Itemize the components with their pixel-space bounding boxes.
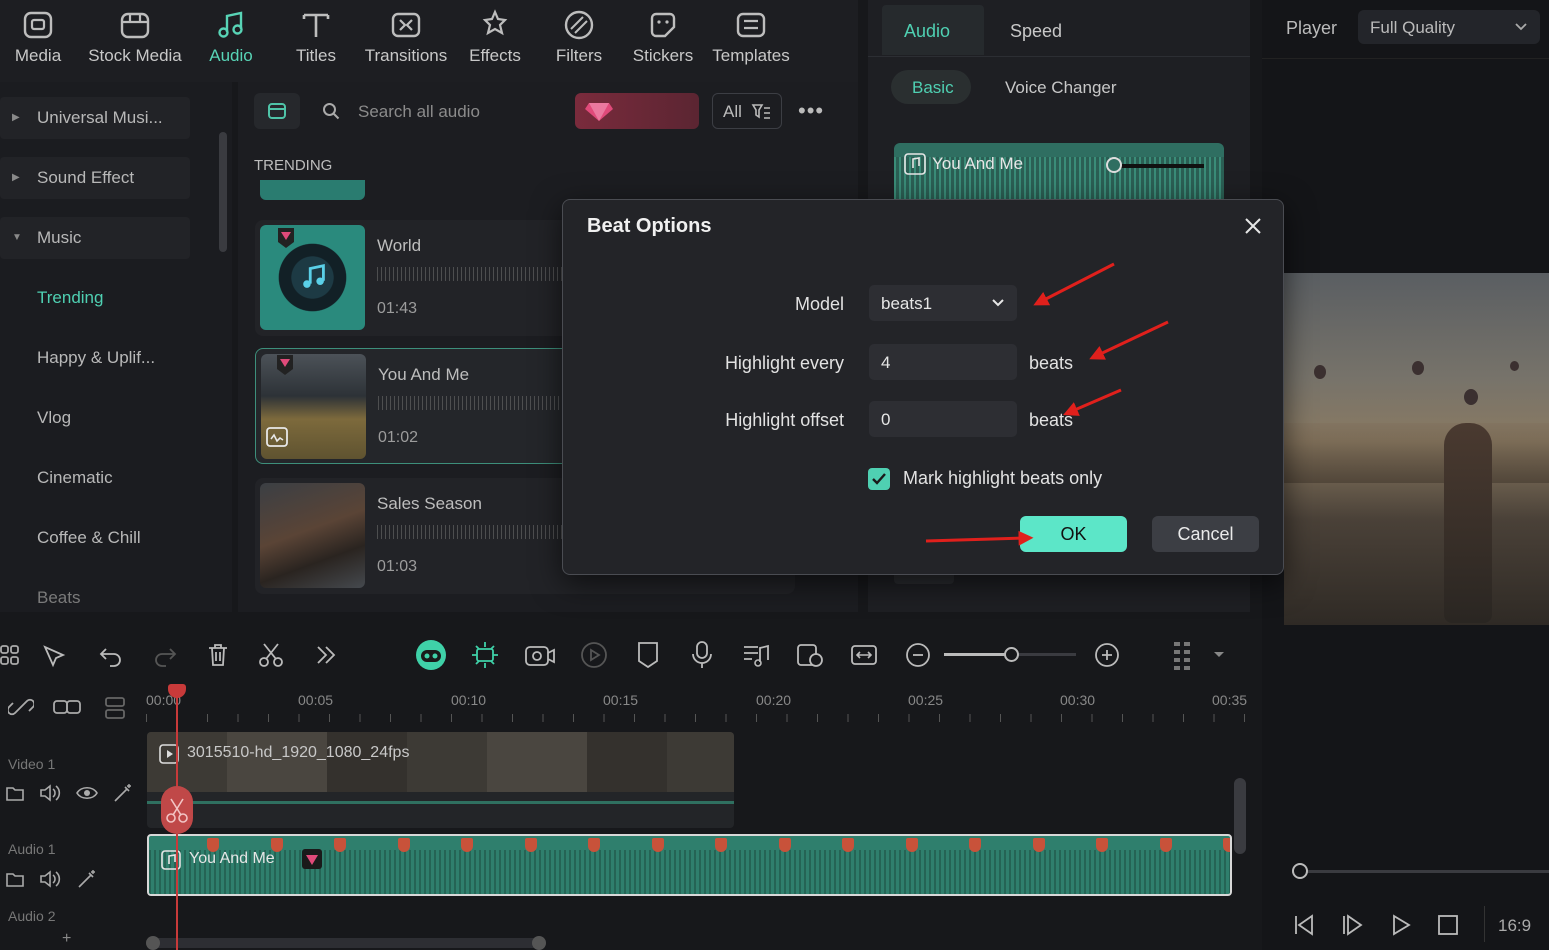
arrow-to-ok	[925, 530, 1034, 546]
arrow-to-model	[1033, 262, 1115, 306]
arrow-to-highlight-every	[1089, 320, 1169, 360]
arrow-to-highlight-offset	[1063, 388, 1122, 416]
annotation-arrows	[925, 262, 1169, 546]
app-window: Media Stock Media Audio Titles Transitio…	[0, 0, 1549, 950]
